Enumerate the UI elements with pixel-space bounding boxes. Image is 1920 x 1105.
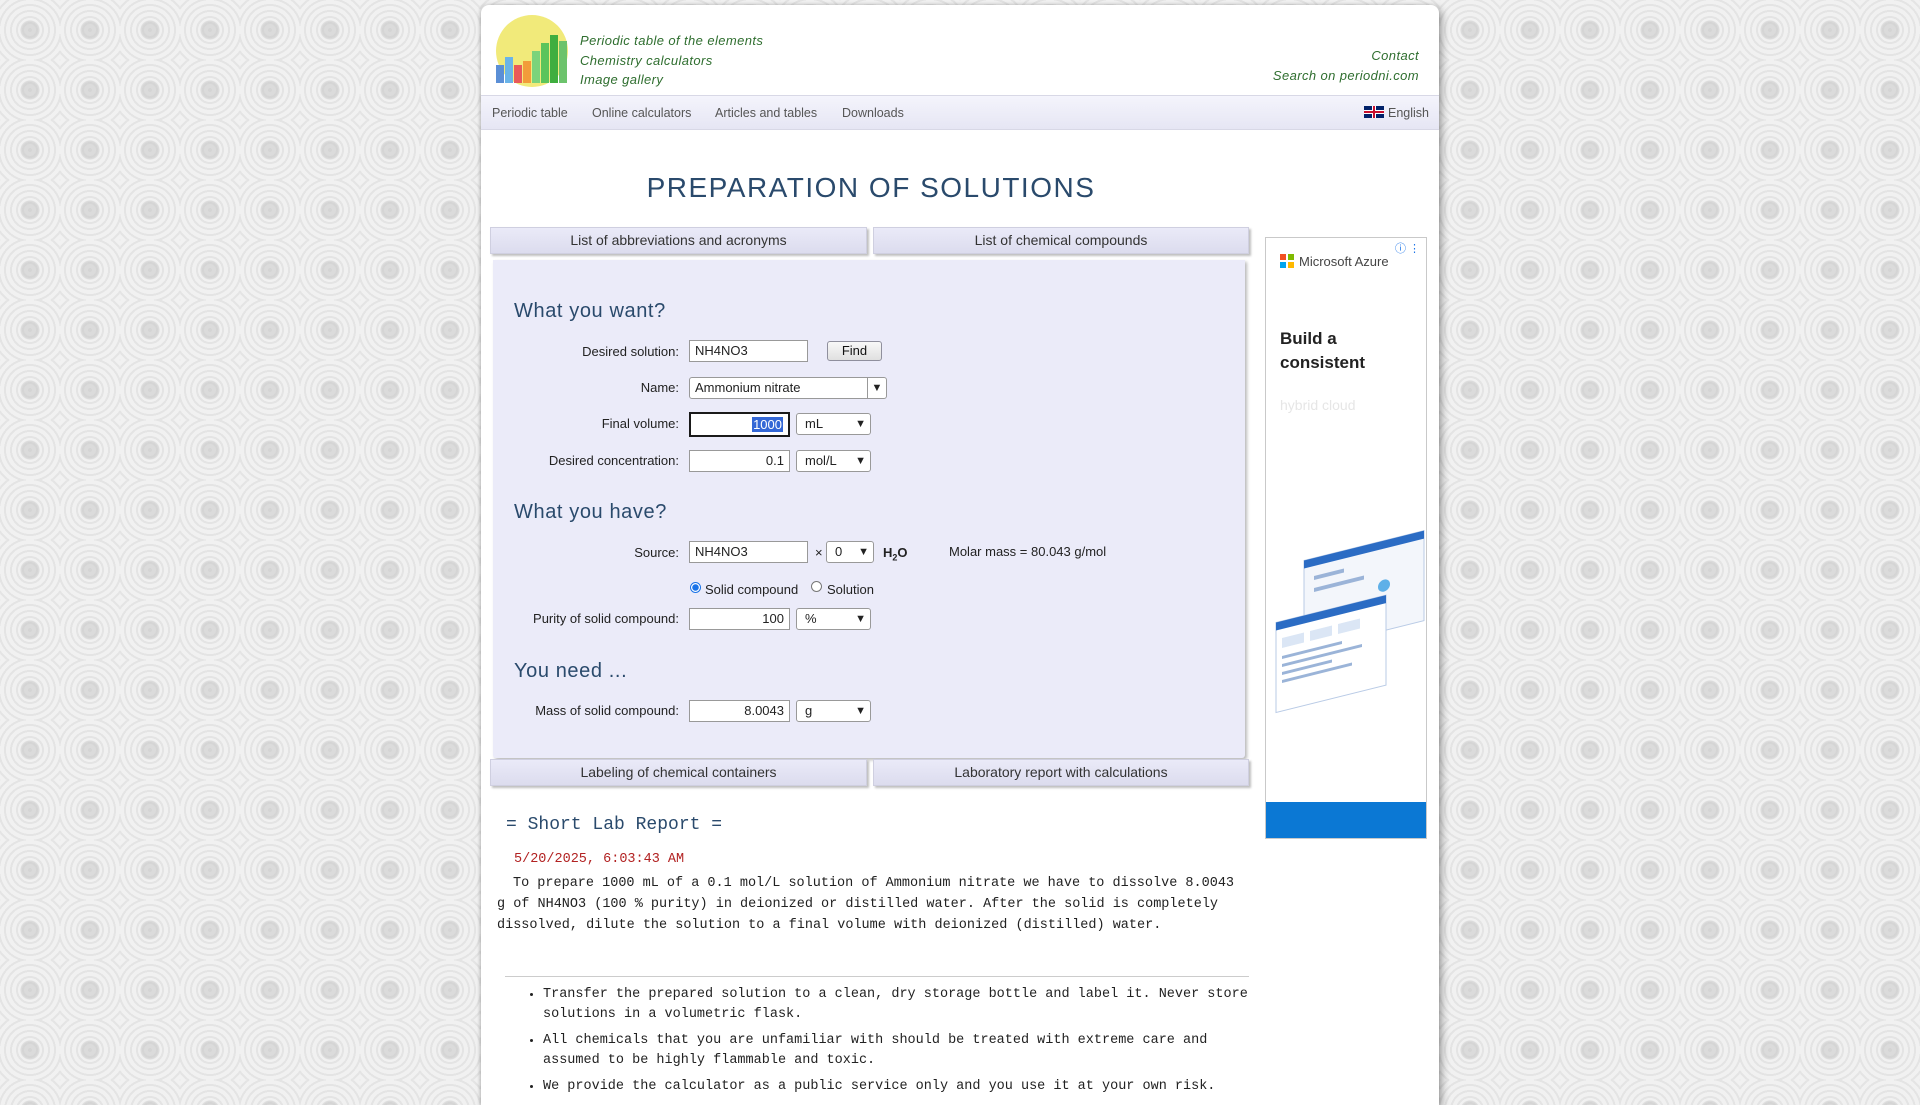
list-item: Transfer the prepared solution to a clea… (543, 985, 1263, 1025)
purity-unit-value: % (805, 611, 817, 626)
list-item: We provide the calculator as a public se… (543, 1077, 1263, 1097)
mass-unit-select[interactable]: g ▼ (796, 700, 871, 722)
microsoft-logo-icon (1280, 254, 1294, 268)
list-item: All chemicals that you are unfamiliar wi… (543, 1031, 1263, 1071)
tab-laboratory-report[interactable]: Laboratory report with calculations (873, 759, 1249, 786)
concentration-unit-select[interactable]: mol/L ▼ (796, 450, 871, 472)
desired-solution-input[interactable]: NH4NO3 (689, 340, 808, 362)
language-selector[interactable]: English (1364, 106, 1429, 120)
section-what-you-want: What you want? (514, 300, 666, 322)
molar-mass-text: Molar mass = 80.043 g/mol (949, 544, 1107, 559)
concentration-unit-value: mol/L (805, 453, 837, 468)
mass-output[interactable]: 8.0043 (689, 700, 790, 722)
ad-faded-text: hybrid cloud (1280, 397, 1356, 413)
chevron-down-icon: ▼ (855, 418, 866, 430)
mass-unit-value: g (805, 703, 813, 718)
link-search[interactable]: Search on periodni.com (1273, 66, 1419, 86)
section-you-need: You need ... (514, 660, 628, 682)
tab-chemical-compounds[interactable]: List of chemical compounds (873, 227, 1249, 254)
report-divider (505, 976, 1249, 977)
report-notes: Transfer the prepared solution to a clea… (525, 985, 1263, 1103)
desired-solution-label: Desired solution: (582, 344, 679, 359)
chevron-down-icon: ▼ (855, 613, 866, 625)
concentration-input[interactable]: 0.1 (689, 450, 790, 472)
chevron-down-icon: ▼ (867, 378, 886, 398)
solid-compound-radio[interactable] (690, 582, 701, 593)
dashboard-illustration-icon (1275, 529, 1425, 714)
advertisement[interactable]: ⓘ ⋮ Microsoft Azure Build a consistent h… (1265, 237, 1427, 839)
water-formula: H2O (883, 545, 908, 563)
tab-abbreviations[interactable]: List of abbreviations and acronyms (490, 227, 867, 254)
main-nav: Periodic table Online calculators Articl… (481, 95, 1439, 130)
name-select[interactable]: Ammonium nitrate ▼ (689, 377, 887, 399)
nav-online-calculators[interactable]: Online calculators (592, 106, 691, 120)
ad-brand-label: Microsoft Azure (1299, 254, 1389, 269)
final-volume-unit-select[interactable]: mL ▼ (796, 413, 871, 435)
purity-label: Purity of solid compound: (533, 611, 679, 626)
concentration-label: Desired concentration: (548, 453, 679, 468)
nav-periodic-table[interactable]: Periodic table (492, 106, 568, 120)
ad-headline: Build a consistent (1280, 329, 1366, 372)
page-title: PREPARATION OF SOLUTIONS (646, 172, 1096, 203)
link-chemistry-calculators[interactable]: Chemistry calculators (580, 51, 763, 71)
uk-flag-icon (1364, 106, 1384, 118)
link-image-gallery[interactable]: Image gallery (580, 70, 763, 90)
source-input[interactable]: NH4NO3 (689, 541, 808, 563)
nav-articles-tables[interactable]: Articles and tables (715, 106, 817, 120)
header-right-links: Contact Search on periodni.com (1273, 46, 1419, 86)
site-logo[interactable] (494, 13, 572, 91)
purity-unit-select[interactable]: % ▼ (796, 608, 871, 630)
report-date: 5/20/2025, 6:03:43 AM (514, 852, 685, 867)
language-label: English (1388, 106, 1429, 120)
nav-downloads[interactable]: Downloads (842, 106, 904, 120)
purity-input[interactable]: 100 (689, 608, 790, 630)
ad-cta-bar[interactable] (1266, 802, 1426, 838)
calculator-panel: What you want? Desired solution: NH4NO3 … (493, 260, 1245, 758)
report-paragraph: To prepare 1000 mL of a 0.1 mol/L soluti… (497, 876, 1235, 933)
header-links: Periodic table of the elements Chemistry… (580, 31, 763, 90)
times-sign: × (815, 545, 823, 560)
tab-labeling-containers[interactable]: Labeling of chemical containers (490, 759, 867, 786)
name-select-value: Ammonium nitrate (695, 380, 801, 395)
chevron-down-icon: ▼ (855, 705, 866, 717)
final-volume-value: 1000 (752, 417, 783, 432)
source-label: Source: (634, 545, 679, 560)
report-title: = Short Lab Report = (506, 815, 723, 835)
link-periodic-table[interactable]: Periodic table of the elements (580, 31, 763, 51)
name-label: Name: (640, 380, 679, 395)
find-button[interactable]: Find (827, 341, 882, 361)
solution-label: Solution (827, 582, 874, 597)
chevron-down-icon: ▼ (855, 455, 866, 467)
section-what-you-have: What you have? (514, 501, 667, 523)
link-contact[interactable]: Contact (1273, 46, 1419, 66)
final-volume-unit-value: mL (805, 416, 824, 431)
ad-brand: Microsoft Azure (1280, 254, 1389, 269)
final-volume-label: Final volume: (601, 416, 679, 431)
solution-radio[interactable] (811, 581, 822, 592)
hydrate-value: 0 (835, 544, 843, 559)
final-volume-input[interactable]: 1000 (689, 412, 790, 437)
chevron-down-icon: ▼ (858, 546, 869, 558)
hydrate-select[interactable]: 0 ▼ (826, 541, 874, 563)
mass-label: Mass of solid compound: (535, 703, 679, 718)
solid-compound-label: Solid compound (705, 582, 799, 597)
ad-choices-icon[interactable]: ⓘ ⋮ (1395, 240, 1420, 256)
